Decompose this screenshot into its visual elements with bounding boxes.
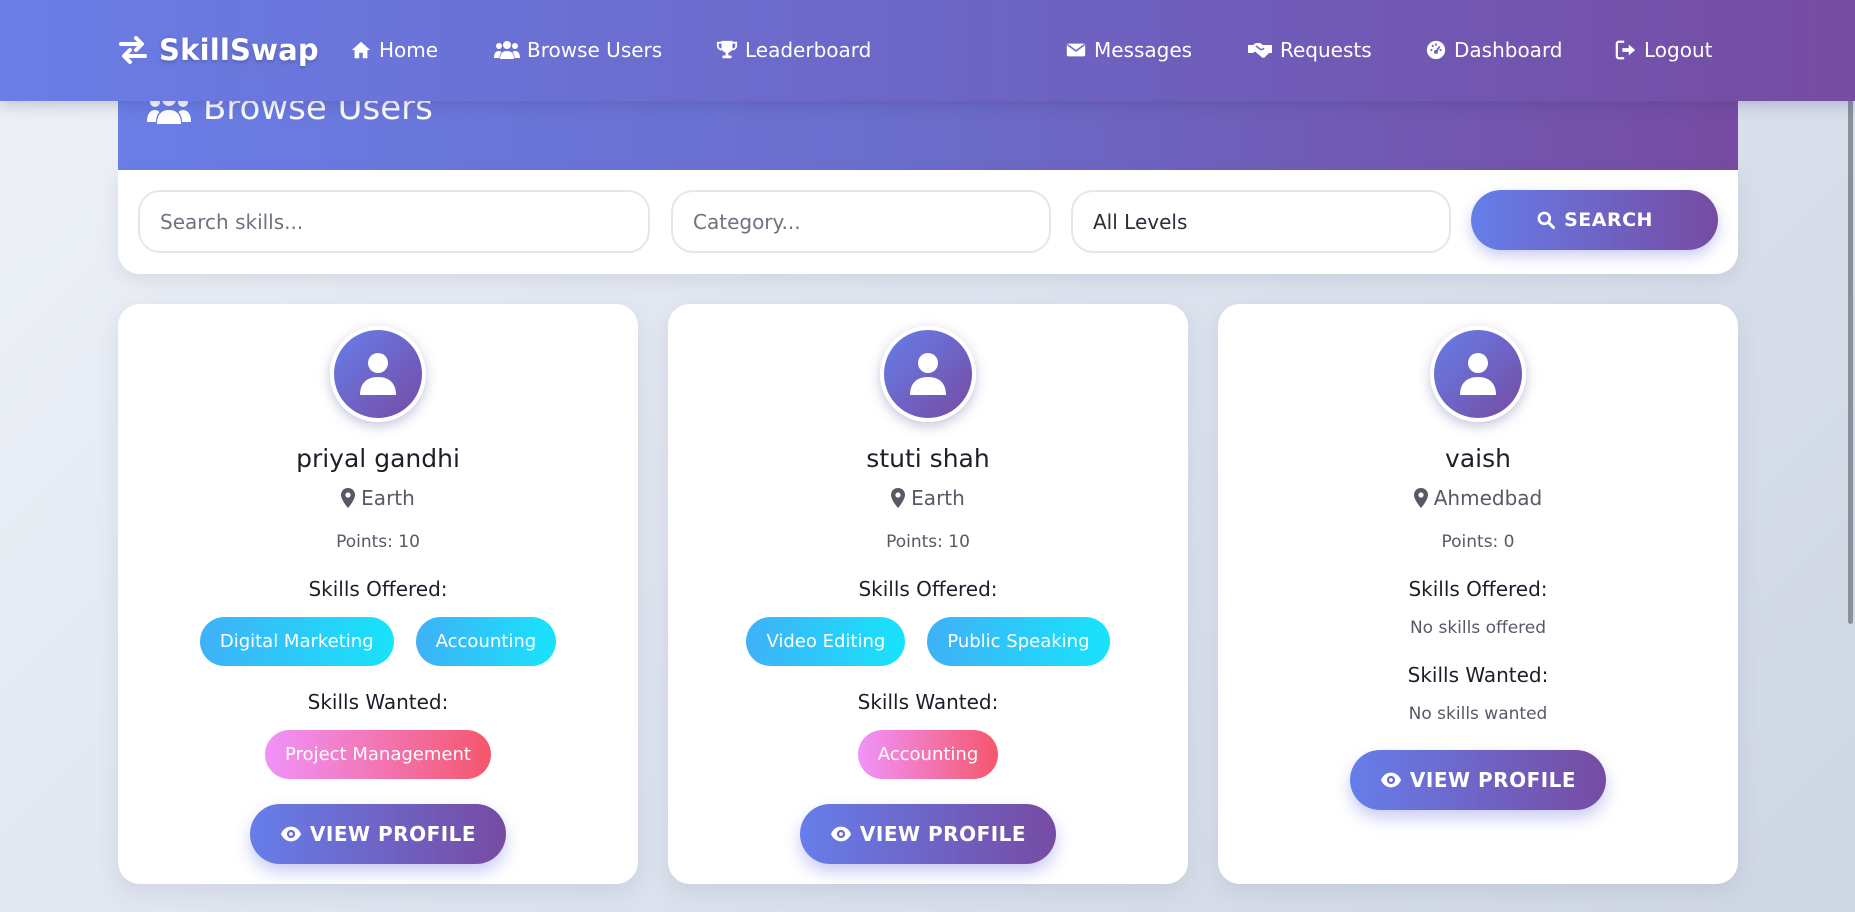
eye-icon xyxy=(280,826,301,842)
user-icon xyxy=(360,353,396,395)
skill-tag-offered: Accounting xyxy=(415,617,557,666)
skills-wanted-heading: Skills Wanted: xyxy=(307,690,449,714)
skill-tag-wanted: Accounting xyxy=(857,730,999,779)
avatar xyxy=(330,326,426,422)
skills-wanted-list: Project Management xyxy=(118,730,638,779)
category-input[interactable] xyxy=(671,190,1051,253)
scrollbar-thumb[interactable] xyxy=(1848,64,1853,624)
skill-tag-wanted: Project Management xyxy=(265,730,491,779)
map-marker-icon xyxy=(341,488,356,508)
exchange-icon xyxy=(119,36,147,64)
envelope-icon xyxy=(1066,43,1086,57)
view-profile-label: VIEW PROFILE xyxy=(1409,768,1577,792)
user-location: Earth xyxy=(668,486,1188,510)
home-icon xyxy=(351,41,371,59)
nav-browse-users[interactable]: Browse Users xyxy=(494,34,662,66)
user-card: priyal gandhi Earth Points: 10 Skills Of… xyxy=(118,304,638,884)
skills-offered-list: Digital Marketing Accounting xyxy=(118,617,638,666)
user-location-text: Earth xyxy=(911,486,965,510)
view-profile-label: VIEW PROFILE xyxy=(309,822,477,846)
no-skills-wanted-text: No skills wanted xyxy=(1408,704,1548,724)
no-skills-offered-text: No skills offered xyxy=(1409,618,1547,638)
skills-offered-heading: Skills Offered: xyxy=(1408,577,1548,601)
search-panel: All Levels SEARCH xyxy=(118,170,1738,274)
view-profile-label: VIEW PROFILE xyxy=(859,822,1027,846)
skill-tag-offered: Public Speaking xyxy=(927,617,1110,666)
skills-wanted-heading: Skills Wanted: xyxy=(1407,663,1549,687)
skill-tag-offered: Video Editing xyxy=(746,617,906,666)
brand-name: SkillSwap xyxy=(159,33,319,67)
nav-logout[interactable]: Logout xyxy=(1615,34,1712,66)
user-location: Earth xyxy=(118,486,638,510)
user-points: Points: 10 xyxy=(336,532,420,552)
dashboard-icon xyxy=(1426,40,1446,60)
user-name: vaish xyxy=(1445,444,1511,473)
user-location: Ahmedbad xyxy=(1218,486,1738,510)
view-profile-button[interactable]: VIEW PROFILE xyxy=(250,804,506,864)
user-name: priyal gandhi xyxy=(296,444,460,473)
users-icon xyxy=(147,101,191,124)
user-points: Points: 10 xyxy=(886,532,970,552)
user-name: stuti shah xyxy=(866,444,990,473)
users-icon xyxy=(494,41,520,59)
nav-leaderboard[interactable]: Leaderboard xyxy=(716,34,871,66)
nav-dashboard[interactable]: Dashboard xyxy=(1425,34,1563,66)
handshake-icon xyxy=(1248,43,1272,58)
page-scrollbar[interactable] xyxy=(1845,60,1855,912)
skills-offered-heading: Skills Offered: xyxy=(858,577,998,601)
nav-logout-label: Logout xyxy=(1644,38,1713,62)
map-marker-icon xyxy=(891,488,906,508)
page-title-text: Browse Users xyxy=(203,101,433,128)
nav-home-label: Home xyxy=(379,38,439,62)
search-icon xyxy=(1537,211,1556,229)
nav-messages[interactable]: Messages xyxy=(1065,34,1192,66)
nav-requests[interactable]: Requests xyxy=(1247,34,1372,66)
skills-offered-heading: Skills Offered: xyxy=(308,577,448,601)
user-location-text: Ahmedbad xyxy=(1433,486,1543,510)
skills-wanted-heading: Skills Wanted: xyxy=(857,690,999,714)
search-skills-input[interactable] xyxy=(138,190,650,253)
page-header: Browse Users xyxy=(118,101,1738,170)
nav-requests-label: Requests xyxy=(1280,38,1372,62)
avatar xyxy=(880,326,976,422)
nav-home[interactable]: Home xyxy=(350,34,438,66)
search-button[interactable]: SEARCH xyxy=(1471,190,1718,250)
eye-icon xyxy=(830,826,851,842)
navbar: SkillSwap Home Browse Users Leaderboard … xyxy=(0,0,1855,101)
logout-icon xyxy=(1615,40,1636,60)
user-card: stuti shah Earth Points: 10 Skills Offer… xyxy=(668,304,1188,884)
skills-wanted-list: Accounting xyxy=(668,730,1188,779)
level-select[interactable]: All Levels xyxy=(1071,190,1451,253)
user-icon xyxy=(1460,353,1496,395)
brand-logo[interactable]: SkillSwap xyxy=(117,30,319,70)
user-icon xyxy=(910,353,946,395)
skills-offered-list: Video Editing Public Speaking xyxy=(668,617,1188,666)
trophy-icon xyxy=(716,40,738,59)
skill-tag-offered: Digital Marketing xyxy=(199,617,394,666)
nav-dashboard-label: Dashboard xyxy=(1454,38,1563,62)
user-card: vaish Ahmedbad Points: 0 Skills Offered:… xyxy=(1218,304,1738,884)
user-location-text: Earth xyxy=(361,486,415,510)
map-marker-icon xyxy=(1413,488,1428,508)
view-profile-button[interactable]: VIEW PROFILE xyxy=(800,804,1056,864)
nav-leaderboard-label: Leaderboard xyxy=(745,38,872,62)
eye-icon xyxy=(1380,772,1401,788)
nav-browse-users-label: Browse Users xyxy=(527,38,663,62)
nav-messages-label: Messages xyxy=(1094,38,1193,62)
view-profile-button[interactable]: VIEW PROFILE xyxy=(1350,750,1606,810)
level-select-value: All Levels xyxy=(1093,209,1188,234)
avatar xyxy=(1430,326,1526,422)
user-points: Points: 0 xyxy=(1441,532,1515,552)
search-button-label: SEARCH xyxy=(1564,209,1653,231)
page-title: Browse Users xyxy=(147,101,433,133)
